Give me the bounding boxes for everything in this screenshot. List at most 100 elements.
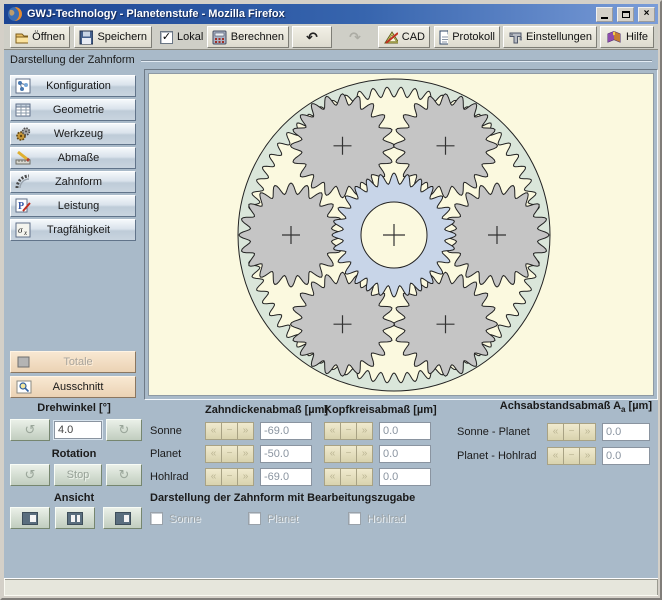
sidebar-item-geometrie[interactable]: Geometrie <box>10 99 136 121</box>
step-prev-button[interactable]: « <box>324 468 341 486</box>
settings-label: Einstellungen <box>526 31 592 43</box>
zahndicken-hohlrad-stepper: «−» <box>205 468 253 486</box>
maximize-button[interactable] <box>617 7 634 22</box>
rotation-ccw-button[interactable]: ↺ <box>10 464 50 486</box>
sidebar-item-leistung[interactable]: P Leistung <box>10 195 136 217</box>
rotate-ccw-button[interactable]: ↺ <box>10 419 50 441</box>
view-layout-3-button[interactable] <box>103 507 142 529</box>
step-reset-button[interactable]: − <box>340 445 357 463</box>
step-next-button[interactable]: » <box>237 445 254 463</box>
protocol-label: Protokoll <box>452 31 495 43</box>
svg-text:σ: σ <box>18 225 23 235</box>
check-icon: ✓ <box>162 32 171 43</box>
rotation-cw-button[interactable]: ↻ <box>106 464 142 486</box>
minimize-icon <box>601 17 608 19</box>
step-next-button[interactable]: » <box>356 445 373 463</box>
redo-icon: ↷ <box>349 30 361 44</box>
status-bar <box>4 578 658 596</box>
step-reset-button[interactable]: − <box>340 422 357 440</box>
window-title: GWJ-Technology - Planetenstufe - Mozilla… <box>27 8 592 20</box>
step-next-button[interactable]: » <box>356 468 373 486</box>
book-icon <box>606 30 622 44</box>
achsabstand-planet-hohlrad-input[interactable]: 0.0 <box>602 447 650 465</box>
step-prev-button[interactable]: « <box>205 445 222 463</box>
step-reset-button[interactable]: − <box>563 423 580 441</box>
step-next-button[interactable]: » <box>237 468 254 486</box>
step-next-button[interactable]: » <box>237 422 254 440</box>
sidebar-item-abmasse[interactable]: Abmaße <box>10 147 136 169</box>
rotate-cw-button[interactable]: ↻ <box>106 419 142 441</box>
toolbar: Öffnen Speichern ✓ Lokal Berechne <box>4 24 658 50</box>
rotation-label: Rotation <box>4 448 144 460</box>
minimize-button[interactable] <box>596 7 613 22</box>
step-prev-button[interactable]: « <box>324 422 341 440</box>
step-reset-button[interactable]: − <box>221 445 238 463</box>
row-label-planet: Planet <box>150 448 181 460</box>
sidebar-item-werkzeug[interactable]: Werkzeug <box>10 123 136 145</box>
machining-checkbox-planet[interactable]: Planet <box>248 512 298 525</box>
step-next-button[interactable]: » <box>579 423 596 441</box>
step-next-button[interactable]: » <box>356 422 373 440</box>
sigma-icon: σx <box>14 222 32 238</box>
step-prev-button[interactable]: « <box>324 445 341 463</box>
redo-button[interactable]: ↷ <box>335 26 375 48</box>
clamp-tool-icon <box>508 30 522 45</box>
open-label: Öffnen <box>32 31 65 43</box>
achsabstand-header-unit: [µm] <box>625 400 652 412</box>
step-prev-button[interactable]: « <box>547 447 564 465</box>
rotate-ccw-icon: ↺ <box>25 467 36 483</box>
checkbox-label: Hohlrad <box>367 513 406 525</box>
step-reset-button[interactable]: − <box>340 468 357 486</box>
help-button[interactable]: Hilfe <box>600 26 654 48</box>
ausschnitt-button[interactable]: Ausschnitt <box>10 376 136 398</box>
view-layout-1-button[interactable] <box>10 507 50 529</box>
step-next-button[interactable]: » <box>579 447 596 465</box>
zahndicken-hohlrad-input[interactable]: -69.0 <box>260 468 312 486</box>
drehwinkel-label: Drehwinkel [°] <box>4 402 144 414</box>
drehwinkel-input[interactable]: 4.0 <box>54 421 102 439</box>
settings-button[interactable]: Einstellungen <box>503 26 597 48</box>
step-prev-button[interactable]: « <box>547 423 564 441</box>
kopfkreis-hohlrad-stepper: «−» <box>324 468 372 486</box>
achsabstand-sonne-planet-input[interactable]: 0.0 <box>602 423 650 441</box>
kopfkreis-planet-input[interactable]: 0.0 <box>379 445 431 463</box>
maximize-icon <box>622 11 630 18</box>
totale-button[interactable]: Totale <box>10 351 136 373</box>
step-reset-button[interactable]: − <box>563 447 580 465</box>
local-toggle[interactable]: ✓ Lokal <box>160 26 203 48</box>
zahndicken-planet-input[interactable]: -50.0 <box>260 445 312 463</box>
local-checkbox[interactable]: ✓ <box>160 31 173 44</box>
step-reset-button[interactable]: − <box>221 422 238 440</box>
rotation-stop-button[interactable]: Stop <box>54 464 102 486</box>
calculate-button[interactable]: Berechnen <box>207 26 289 48</box>
checkbox-label: Planet <box>267 513 298 525</box>
kopfkreis-sonne-input[interactable]: 0.0 <box>379 422 431 440</box>
pencil-ruler-icon <box>14 150 32 166</box>
machining-checkbox-sonne[interactable]: Sonne <box>150 512 201 525</box>
step-prev-button[interactable]: « <box>205 422 222 440</box>
calculator-icon <box>212 30 227 45</box>
cad-button[interactable]: CAD <box>378 26 430 48</box>
open-button[interactable]: Öffnen <box>10 26 70 48</box>
view-layout-2-button[interactable] <box>55 507 95 529</box>
sidebar-item-konfiguration[interactable]: Konfiguration <box>10 75 136 97</box>
protocol-button[interactable]: Protokoll <box>434 26 500 48</box>
rotate-ccw-icon: ↺ <box>25 422 36 438</box>
sidebar-item-tragfaehigkeit[interactable]: σx Tragfähigkeit <box>10 219 136 241</box>
power-icon: P <box>14 198 32 214</box>
kopfkreis-sonne-stepper: «−» <box>324 422 372 440</box>
step-prev-button[interactable]: « <box>205 468 222 486</box>
step-reset-button[interactable]: − <box>221 468 238 486</box>
achsabstand-header-text: Achsabstandsabmaß A <box>500 400 621 412</box>
close-button[interactable]: × <box>638 7 655 22</box>
kopfkreis-hohlrad-input[interactable]: 0.0 <box>379 468 431 486</box>
undo-button[interactable]: ↶ <box>292 26 332 48</box>
sidebar-item-zahnform[interactable]: Zahnform <box>10 171 136 193</box>
row-label-sonne: Sonne <box>150 425 182 437</box>
machining-checkbox-hohlrad[interactable]: Hohlrad <box>348 512 406 525</box>
achsabstand-header: Achsabstandsabmaß Aa [µm] <box>450 400 652 414</box>
checkbox-icon <box>150 512 163 525</box>
main-content: Darstellung der Zahnform Konfiguration G… <box>4 50 658 578</box>
zahndicken-sonne-input[interactable]: -69.0 <box>260 422 312 440</box>
save-button[interactable]: Speichern <box>74 26 152 48</box>
